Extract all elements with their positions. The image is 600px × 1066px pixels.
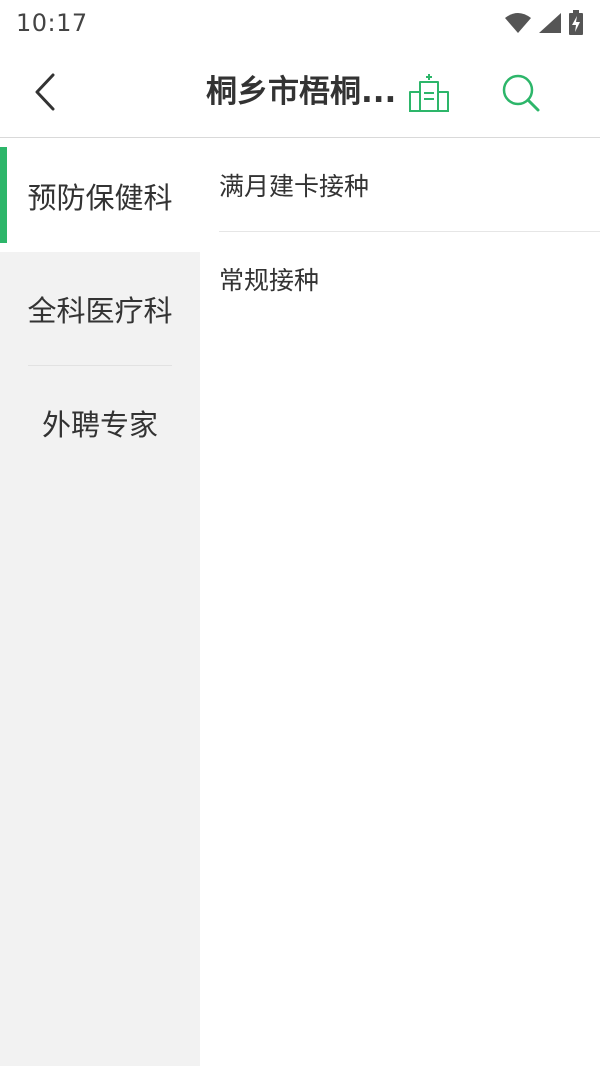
hospital-button[interactable] [404, 68, 454, 118]
chevron-left-icon [35, 73, 55, 111]
sidebar-item-label: 外聘专家 [41, 407, 158, 442]
header: 桐乡市梧桐... [0, 46, 600, 138]
list-item-label: 满月建卡接种 [219, 172, 370, 201]
search-button[interactable] [496, 68, 546, 118]
hospital-icon [409, 74, 449, 112]
sidebar-item-label: 预防保健科 [27, 180, 173, 215]
list-item-label: 常规接种 [219, 265, 320, 295]
sidebar-item-general-practice[interactable]: 全科医疗科 [0, 252, 200, 365]
sidebar-item-preventive-care[interactable]: 预防保健科 [0, 139, 200, 252]
list-item-routine-vaccination[interactable]: 常规接种 [219, 232, 600, 325]
service-list: 满月建卡接种 常规接种 [200, 139, 600, 1066]
status-icons [504, 10, 584, 36]
list-item-full-month-vaccination[interactable]: 满月建卡接种 [219, 139, 600, 232]
battery-icon [569, 10, 583, 35]
signal-icon [539, 13, 561, 33]
search-icon [502, 74, 540, 112]
sidebar-item-external-experts[interactable]: 外聘专家 [0, 366, 200, 479]
sidebar-item-label: 全科医疗科 [27, 293, 173, 328]
status-bar: 10:17 [0, 0, 600, 46]
wifi-icon [505, 13, 531, 33]
department-sidebar: 预防保健科 全科医疗科 外聘专家 [0, 139, 200, 1066]
status-time: 10:17 [16, 9, 88, 37]
page-title: 桐乡市梧桐... [206, 74, 397, 110]
back-button[interactable] [22, 68, 70, 116]
